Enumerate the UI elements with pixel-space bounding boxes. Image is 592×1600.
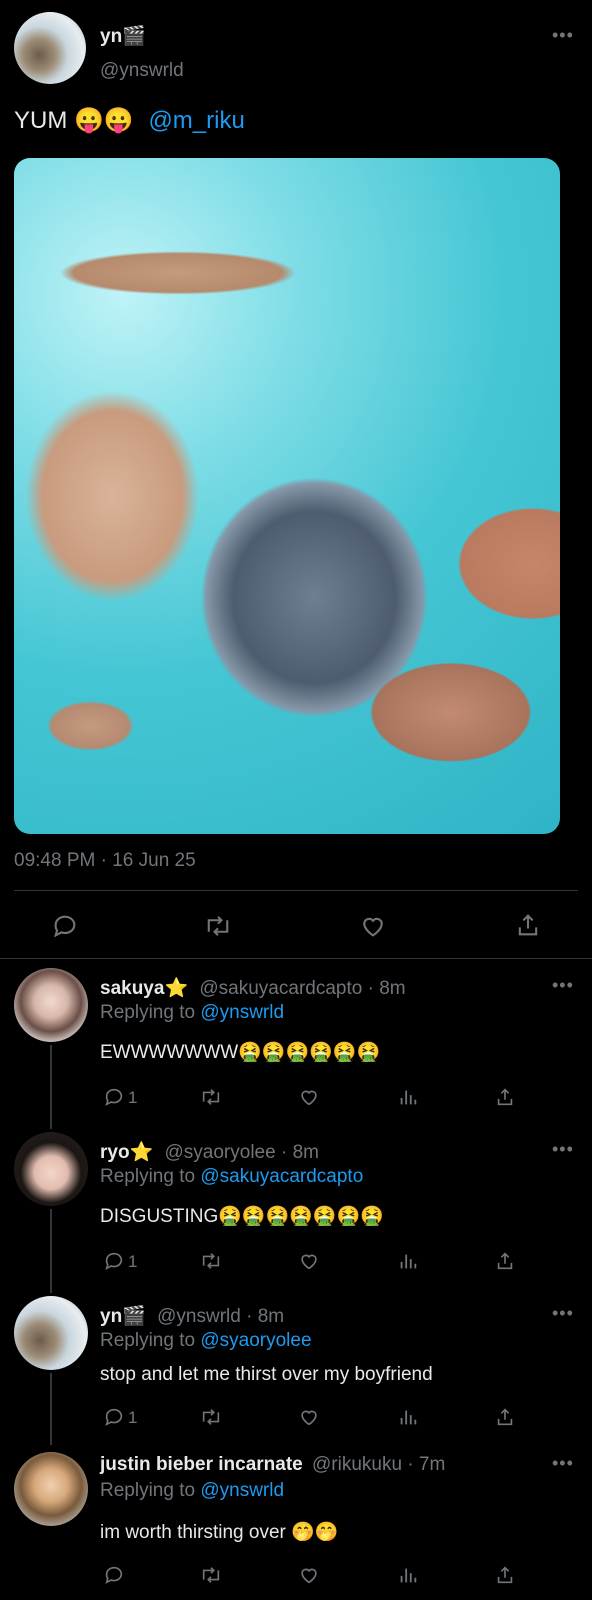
views-bars-icon[interactable] — [397, 1250, 419, 1272]
reply-display-name[interactable]: justin bieber incarnate — [100, 1454, 303, 1475]
replying-to: Replying to @sakuyacardcapto — [100, 1166, 363, 1188]
main-display-name[interactable]: yn🎬 — [100, 24, 146, 48]
replying-to-link[interactable]: @sakuyacardcapto — [200, 1166, 363, 1187]
heart-icon[interactable] — [298, 1086, 320, 1108]
views-bars-icon[interactable] — [397, 1564, 419, 1586]
reply-bubble-icon[interactable] — [103, 1564, 125, 1586]
retweet-icon[interactable] — [203, 912, 233, 940]
reply-header: justin bieber incarnate @rikukuku · 7m — [100, 1454, 445, 1476]
avatar-yn[interactable] — [14, 12, 86, 84]
heart-icon[interactable] — [359, 912, 387, 940]
replying-to: Replying to @ynswrld — [100, 1480, 284, 1502]
replying-to-link[interactable]: @ynswrld — [200, 1002, 284, 1023]
reply-display-name[interactable]: sakuya⭐ — [100, 978, 188, 999]
reply-text: EWWWWWWW🤮🤮🤮🤮🤮🤮 — [100, 1042, 381, 1063]
share-icon[interactable] — [494, 1086, 516, 1108]
main-tweet-text: YUM 😛😛 @m_riku — [14, 106, 245, 135]
divider — [0, 958, 592, 959]
replying-to-label: Replying to — [100, 1166, 196, 1187]
replying-to-label: Replying to — [100, 1002, 196, 1023]
more-dots-icon[interactable]: ••• — [552, 26, 574, 44]
more-dots-icon[interactable]: ••• — [552, 1454, 574, 1472]
mention-link[interactable]: @m_riku — [148, 107, 244, 134]
reply-display-name[interactable]: yn🎬 — [100, 1306, 146, 1327]
reply-header: ryo⭐ @syaoryolee · 8m — [100, 1140, 319, 1164]
reply-handle-time[interactable]: @rikukuku · 7m — [312, 1454, 445, 1475]
avatar-yn[interactable] — [14, 1296, 88, 1370]
reply-text: stop and let me thirst over my boyfriend — [100, 1364, 433, 1385]
reply-text: im worth thirsting over 🤭🤭 — [100, 1522, 339, 1543]
thread-line — [50, 1209, 52, 1293]
reply-count: 1 — [128, 1088, 138, 1107]
views-bars-icon[interactable] — [397, 1086, 419, 1108]
thread-line — [50, 1373, 52, 1445]
replying-to: Replying to @ynswrld — [100, 1002, 284, 1024]
retweet-icon[interactable] — [198, 1086, 224, 1108]
thread-line — [50, 1045, 52, 1129]
reply-bubble-icon[interactable] — [51, 912, 79, 940]
reply-handle-time[interactable]: @ynswrld · 8m — [157, 1306, 284, 1327]
main-tweet-text-prefix: YUM 😛😛 — [14, 107, 134, 134]
heart-icon[interactable] — [298, 1564, 320, 1586]
share-icon[interactable] — [494, 1564, 516, 1586]
main-handle[interactable]: @ynswrld — [100, 60, 184, 82]
main-timestamp[interactable]: 09:48 PM · 16 Jun 25 — [14, 850, 196, 872]
reply-bubble-icon[interactable] — [103, 1086, 125, 1108]
share-icon[interactable] — [494, 1250, 516, 1272]
more-dots-icon[interactable]: ••• — [552, 1140, 574, 1158]
views-bars-icon[interactable] — [397, 1406, 419, 1428]
reply-header: yn🎬 @ynswrld · 8m — [100, 1304, 284, 1328]
retweet-icon[interactable] — [198, 1564, 224, 1586]
reply-bubble-icon[interactable] — [103, 1406, 125, 1428]
reply-header: sakuya⭐ @sakuyacardcapto · 8m — [100, 976, 406, 1000]
reply-text: DISGUSTING🤮🤮🤮🤮🤮🤮🤮 — [100, 1206, 384, 1227]
reply-display-name[interactable]: ryo⭐ — [100, 1142, 153, 1163]
replying-to: Replying to @syaoryolee — [100, 1330, 312, 1352]
reply-handle-time[interactable]: @sakuyacardcapto · 8m — [199, 978, 405, 999]
avatar-sakuya[interactable] — [14, 968, 88, 1042]
replying-to-link[interactable]: @ynswrld — [200, 1480, 284, 1501]
heart-icon[interactable] — [298, 1250, 320, 1272]
replying-to-link[interactable]: @syaoryolee — [200, 1330, 311, 1351]
avatar-justin[interactable] — [14, 1452, 88, 1526]
heart-icon[interactable] — [298, 1406, 320, 1428]
retweet-icon[interactable] — [198, 1250, 224, 1272]
more-dots-icon[interactable]: ••• — [552, 976, 574, 994]
divider — [14, 890, 578, 891]
more-dots-icon[interactable]: ••• — [552, 1304, 574, 1322]
reply-count: 1 — [128, 1408, 138, 1427]
reply-count: 1 — [128, 1252, 138, 1271]
reply-bubble-icon[interactable] — [103, 1250, 125, 1272]
tweet-photo[interactable] — [14, 158, 560, 834]
replying-to-label: Replying to — [100, 1330, 196, 1351]
share-icon[interactable] — [494, 1406, 516, 1428]
share-icon[interactable] — [514, 911, 542, 939]
avatar-ryo[interactable] — [14, 1132, 88, 1206]
reply-handle-time[interactable]: @syaoryolee · 8m — [165, 1142, 319, 1163]
replying-to-label: Replying to — [100, 1480, 196, 1501]
retweet-icon[interactable] — [198, 1406, 224, 1428]
